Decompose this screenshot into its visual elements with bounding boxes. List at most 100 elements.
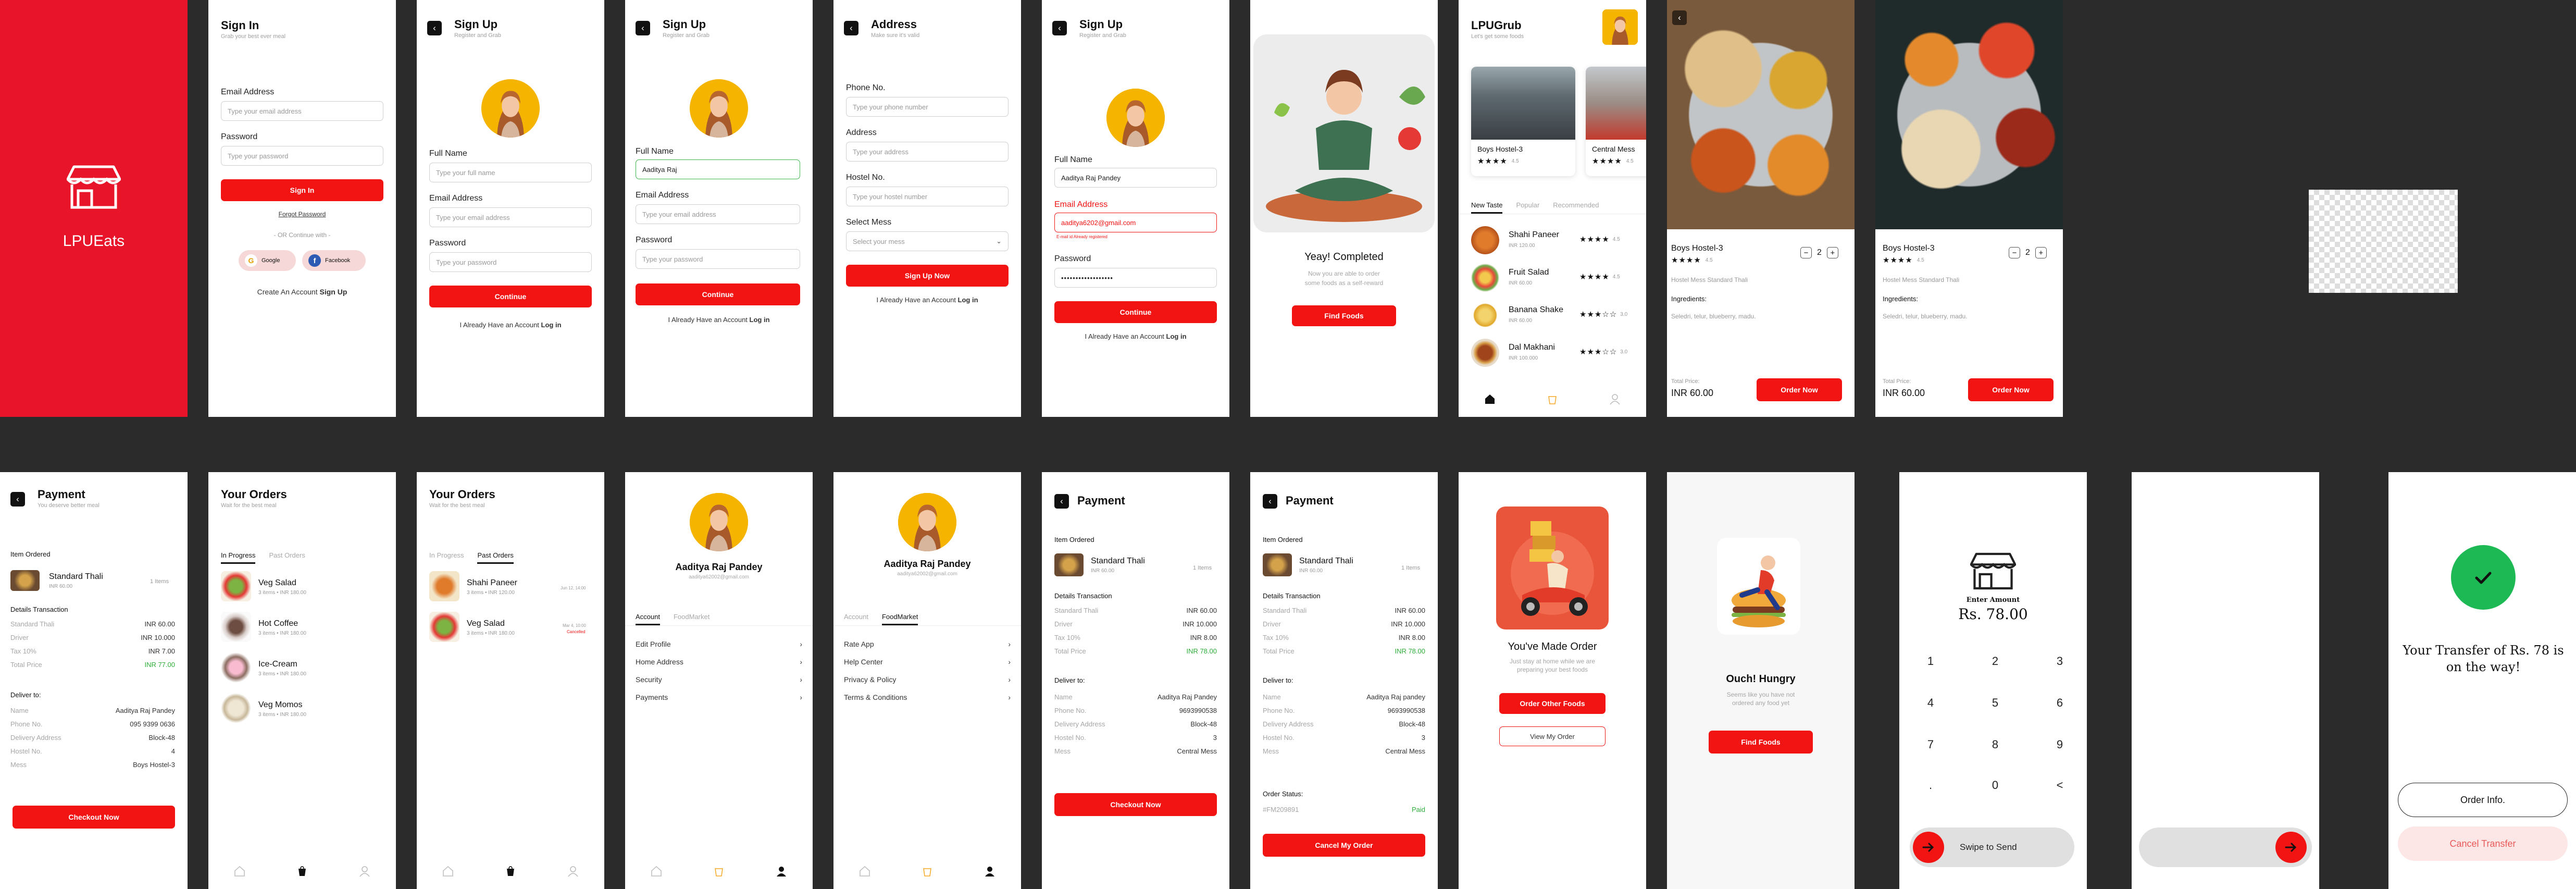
tab-recommended[interactable]: Recommended — [1553, 201, 1599, 214]
name-input[interactable]: Type your full name — [429, 163, 592, 182]
order-name[interactable]: Shahi Paneer — [467, 578, 517, 588]
home-icon[interactable] — [648, 863, 665, 880]
order-now-button[interactable]: Order Now — [1968, 378, 2054, 401]
forgot-password-link[interactable]: Forgot Password — [208, 211, 396, 218]
tab-new-taste[interactable]: New Taste — [1471, 201, 1503, 214]
food-name[interactable]: Shahi Paneer — [1509, 230, 1559, 240]
tab-in-progress[interactable]: In Progress — [221, 551, 256, 564]
login-link[interactable]: Log in — [750, 316, 770, 324]
address-input[interactable]: Type your address — [846, 142, 1009, 162]
password-input[interactable]: Type your password — [221, 146, 383, 166]
key-backspace[interactable]: < — [2044, 779, 2075, 792]
key-5[interactable]: 5 — [1980, 696, 2011, 710]
tab-account[interactable]: Account — [636, 613, 660, 625]
profile-icon[interactable] — [773, 863, 790, 880]
mess-card[interactable]: Central Mess ★★★★ 4.5 — [1586, 67, 1646, 176]
avatar[interactable] — [690, 493, 748, 551]
avatar[interactable] — [690, 79, 748, 138]
menu-item[interactable]: Home Address › — [636, 658, 802, 666]
food-name[interactable]: Banana Shake — [1509, 305, 1563, 315]
password-input[interactable]: Type your password — [429, 252, 592, 272]
minus-button[interactable]: − — [1800, 247, 1812, 258]
menu-item[interactable]: Help Center › — [844, 658, 1011, 666]
key-8[interactable]: 8 — [1980, 738, 2011, 751]
name-input[interactable]: Aaditya Raj — [636, 159, 800, 179]
avatar[interactable] — [898, 493, 956, 551]
continue-button[interactable]: Continue — [1054, 301, 1217, 323]
back-button[interactable]: ‹ — [1052, 21, 1067, 35]
order-info-button[interactable]: Order Info. — [2398, 783, 2568, 817]
orders-icon[interactable] — [502, 863, 519, 880]
continue-button[interactable]: Continue — [429, 286, 592, 307]
back-button[interactable]: ‹ — [1263, 494, 1277, 509]
food-name[interactable]: Fruit Salad — [1509, 268, 1549, 277]
email-input[interactable]: Type your email address — [429, 207, 592, 227]
profile-icon[interactable] — [565, 863, 581, 880]
order-now-button[interactable]: Order Now — [1757, 378, 1842, 401]
swipe-handle[interactable] — [1913, 832, 1944, 863]
orders-icon[interactable] — [919, 863, 936, 880]
key-dot[interactable]: . — [1915, 779, 1946, 792]
checkout-button[interactable]: Checkout Now — [1054, 793, 1217, 816]
email-input[interactable]: aaditya6202@gmail.com — [1054, 213, 1217, 232]
profile-avatar[interactable] — [1602, 9, 1638, 45]
key-4[interactable]: 4 — [1915, 696, 1946, 710]
back-button[interactable]: ‹ — [844, 21, 858, 35]
profile-icon[interactable] — [356, 863, 373, 880]
continue-button[interactable]: Continue — [636, 283, 800, 305]
plus-button[interactable]: + — [2035, 247, 2047, 258]
view-my-order-button[interactable]: View My Order — [1499, 726, 1606, 746]
signup-link[interactable]: Sign Up — [319, 288, 347, 296]
menu-item[interactable]: Terms & Conditions › — [844, 693, 1011, 701]
order-name[interactable]: Ice-Cream — [258, 660, 297, 669]
profile-icon[interactable] — [1607, 391, 1623, 408]
order-other-foods-button[interactable]: Order Other Foods — [1499, 693, 1606, 714]
login-link[interactable]: Log in — [1166, 332, 1187, 340]
signup-now-button[interactable]: Sign Up Now — [846, 265, 1009, 287]
swipe-slider-complete[interactable] — [2139, 828, 2312, 867]
home-icon[interactable] — [231, 863, 248, 880]
email-input[interactable]: Type your email address — [636, 204, 800, 224]
mess-select[interactable]: Select your mess ⌄ — [846, 231, 1009, 251]
key-1[interactable]: 1 — [1915, 655, 1946, 668]
orders-icon[interactable] — [1544, 391, 1561, 408]
facebook-button[interactable]: f Facebook — [302, 250, 366, 271]
key-6[interactable]: 6 — [2044, 696, 2075, 710]
key-0[interactable]: 0 — [1980, 779, 2011, 792]
order-name[interactable]: Veg Momos — [258, 700, 302, 710]
login-link[interactable]: Log in — [958, 296, 978, 304]
back-button[interactable]: ‹ — [1672, 10, 1687, 25]
menu-item[interactable]: Payments › — [636, 693, 802, 701]
phone-input[interactable]: Type your phone number — [846, 97, 1009, 117]
order-name[interactable]: Hot Coffee — [258, 619, 298, 628]
tab-past-orders[interactable]: Past Orders — [269, 551, 305, 564]
back-button[interactable]: ‹ — [10, 492, 25, 507]
key-2[interactable]: 2 — [1980, 655, 2011, 668]
mess-card[interactable]: Boys Hostel-3 ★★★★ 4.5 — [1471, 67, 1575, 176]
home-icon[interactable] — [1482, 391, 1498, 408]
tab-foodmarket[interactable]: FoodMarket — [881, 613, 918, 625]
menu-item[interactable]: Rate App › — [844, 640, 1011, 648]
tab-popular[interactable]: Popular — [1516, 201, 1539, 214]
minus-button[interactable]: − — [2009, 247, 2020, 258]
key-9[interactable]: 9 — [2044, 738, 2075, 751]
order-name[interactable]: Veg Salad — [258, 578, 296, 588]
key-7[interactable]: 7 — [1915, 738, 1946, 751]
login-link[interactable]: Log in — [541, 321, 562, 329]
tab-foodmarket[interactable]: FoodMarket — [674, 613, 710, 625]
avatar[interactable] — [1106, 89, 1165, 147]
find-foods-button[interactable]: Find Foods — [1292, 305, 1396, 326]
email-input[interactable]: Type your email address — [221, 101, 383, 121]
orders-icon[interactable] — [294, 863, 310, 880]
avatar[interactable] — [481, 79, 540, 138]
home-icon[interactable] — [440, 863, 456, 880]
password-input[interactable]: Type your password — [636, 249, 800, 269]
find-foods-button[interactable]: Find Foods — [1709, 731, 1813, 754]
back-button[interactable]: ‹ — [427, 21, 442, 35]
signin-button[interactable]: Sign In — [221, 179, 383, 201]
name-input[interactable]: Aaditya Raj Pandey — [1054, 168, 1217, 188]
tab-past-orders[interactable]: Past Orders — [477, 551, 514, 564]
orders-icon[interactable] — [711, 863, 727, 880]
key-3[interactable]: 3 — [2044, 655, 2075, 668]
checkout-button[interactable]: Checkout Now — [13, 806, 175, 829]
